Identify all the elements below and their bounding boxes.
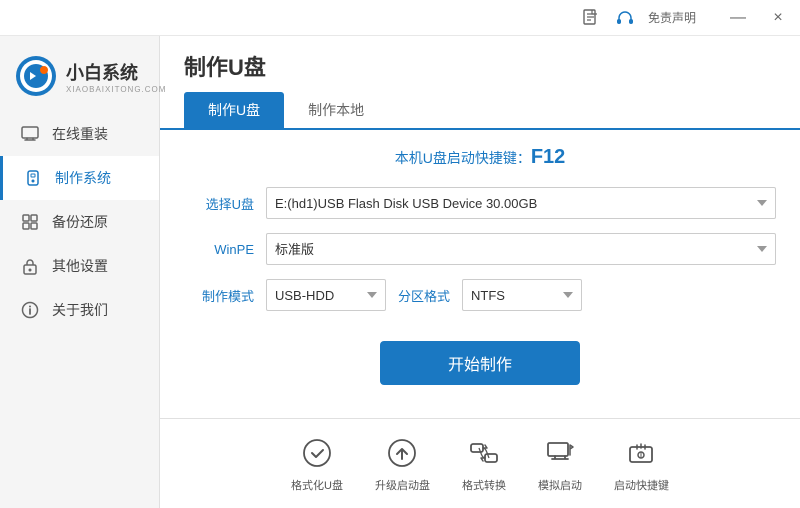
content-area: 本机U盘启动快捷键：F12 选择U盘 E:(hd1)USB Flash Disk… bbox=[160, 130, 800, 418]
toolbar-label-format-convert: 格式转换 bbox=[462, 477, 506, 493]
mode-partition-row: 制作模式 USB-HDD 分区格式 NTFS bbox=[184, 279, 776, 311]
boot-shortcut-icon bbox=[623, 435, 659, 471]
tabs: 制作U盘 制作本地 bbox=[160, 92, 800, 130]
sidebar-label-online-reinstall: 在线重装 bbox=[52, 124, 108, 144]
sidebar-item-other-settings[interactable]: 其他设置 bbox=[0, 244, 159, 288]
sidebar: 小白系统 XIAOBAIXITONG.COM 在线重装 bbox=[0, 36, 160, 508]
toolbar-boot-shortcut[interactable]: 启动快捷键 bbox=[614, 435, 669, 493]
headphone-icon[interactable] bbox=[614, 7, 636, 29]
main-content: 制作U盘 制作U盘 制作本地 本机U盘启动快捷键：F12 选择U盘 E:(hd1… bbox=[160, 36, 800, 508]
sidebar-item-make-system[interactable]: 制作系统 bbox=[0, 156, 159, 200]
close-button[interactable]: × bbox=[764, 4, 792, 32]
toolbar-format-convert[interactable]: 格式转换 bbox=[462, 435, 506, 493]
winpe-label: WinPE bbox=[184, 242, 254, 257]
titlebar-icons: 免责声明 — × bbox=[580, 4, 792, 32]
logo-sub: XIAOBAIXITONG.COM bbox=[66, 85, 166, 94]
toolbar-upgrade-boot[interactable]: 升级启动盘 bbox=[375, 435, 430, 493]
usb-icon bbox=[23, 168, 43, 188]
logo-icon bbox=[16, 56, 56, 96]
document-icon[interactable] bbox=[580, 7, 602, 29]
sidebar-item-backup-restore[interactable]: 备份还原 bbox=[0, 200, 159, 244]
select-usb-row: 选择U盘 E:(hd1)USB Flash Disk USB Device 30… bbox=[184, 187, 776, 219]
format-usb-icon bbox=[299, 435, 335, 471]
start-button[interactable]: 开始制作 bbox=[380, 341, 580, 385]
partition-label: 分区格式 bbox=[398, 286, 450, 305]
toolbar-simulate-boot[interactable]: 模拟启动 bbox=[538, 435, 582, 493]
lock-icon bbox=[20, 256, 40, 276]
tab-make-usb[interactable]: 制作U盘 bbox=[184, 92, 284, 128]
winpe-dropdown[interactable]: 标准版 bbox=[266, 233, 776, 265]
toolbar-format-usb[interactable]: 格式化U盘 bbox=[291, 435, 343, 493]
sidebar-item-online-reinstall[interactable]: 在线重装 bbox=[0, 112, 159, 156]
app-body: 小白系统 XIAOBAIXITONG.COM 在线重装 bbox=[0, 36, 800, 508]
sidebar-label-make-system: 制作系统 bbox=[55, 168, 111, 188]
minimize-button[interactable]: — bbox=[724, 4, 752, 32]
logo-text: 小白系统 XIAOBAIXITONG.COM bbox=[66, 59, 166, 94]
upgrade-boot-icon bbox=[384, 435, 420, 471]
logo-area: 小白系统 XIAOBAIXITONG.COM bbox=[0, 44, 159, 112]
monitor-icon bbox=[20, 124, 40, 144]
shortcut-key: F12 bbox=[531, 146, 565, 168]
toolbar-label-simulate-boot: 模拟启动 bbox=[538, 477, 582, 493]
toolbar-label-upgrade-boot: 升级启动盘 bbox=[375, 477, 430, 493]
page-header: 制作U盘 bbox=[160, 36, 800, 92]
select-usb-dropdown[interactable]: E:(hd1)USB Flash Disk USB Device 30.00GB bbox=[266, 187, 776, 219]
grid-icon bbox=[20, 212, 40, 232]
format-convert-icon bbox=[466, 435, 502, 471]
simulate-boot-icon bbox=[542, 435, 578, 471]
select-usb-label: 选择U盘 bbox=[184, 194, 254, 213]
toolbar-label-format-usb: 格式化U盘 bbox=[291, 477, 343, 493]
sidebar-label-backup-restore: 备份还原 bbox=[52, 212, 108, 232]
sidebar-item-about-us[interactable]: 关于我们 bbox=[0, 288, 159, 332]
logo-name: 小白系统 bbox=[66, 59, 166, 85]
winpe-row: WinPE 标准版 bbox=[184, 233, 776, 265]
toolbar-label-boot-shortcut: 启动快捷键 bbox=[614, 477, 669, 493]
tab-make-local[interactable]: 制作本地 bbox=[284, 92, 388, 128]
shortcut-hint: 本机U盘启动快捷键：F12 bbox=[184, 146, 776, 169]
titlebar: 免责声明 — × bbox=[0, 0, 800, 36]
sidebar-label-about-us: 关于我们 bbox=[52, 300, 108, 320]
page-title: 制作U盘 bbox=[184, 50, 266, 82]
free-decl-label[interactable]: 免责声明 bbox=[648, 9, 696, 26]
sidebar-label-other-settings: 其他设置 bbox=[52, 256, 108, 276]
shortcut-hint-prefix: 本机U盘启动快捷键： bbox=[395, 150, 531, 166]
info-icon bbox=[20, 300, 40, 320]
bottom-toolbar: 格式化U盘 升级启动盘 bbox=[160, 418, 800, 508]
partition-dropdown[interactable]: NTFS bbox=[462, 279, 582, 311]
make-mode-label: 制作模式 bbox=[184, 286, 254, 305]
make-mode-dropdown[interactable]: USB-HDD bbox=[266, 279, 386, 311]
